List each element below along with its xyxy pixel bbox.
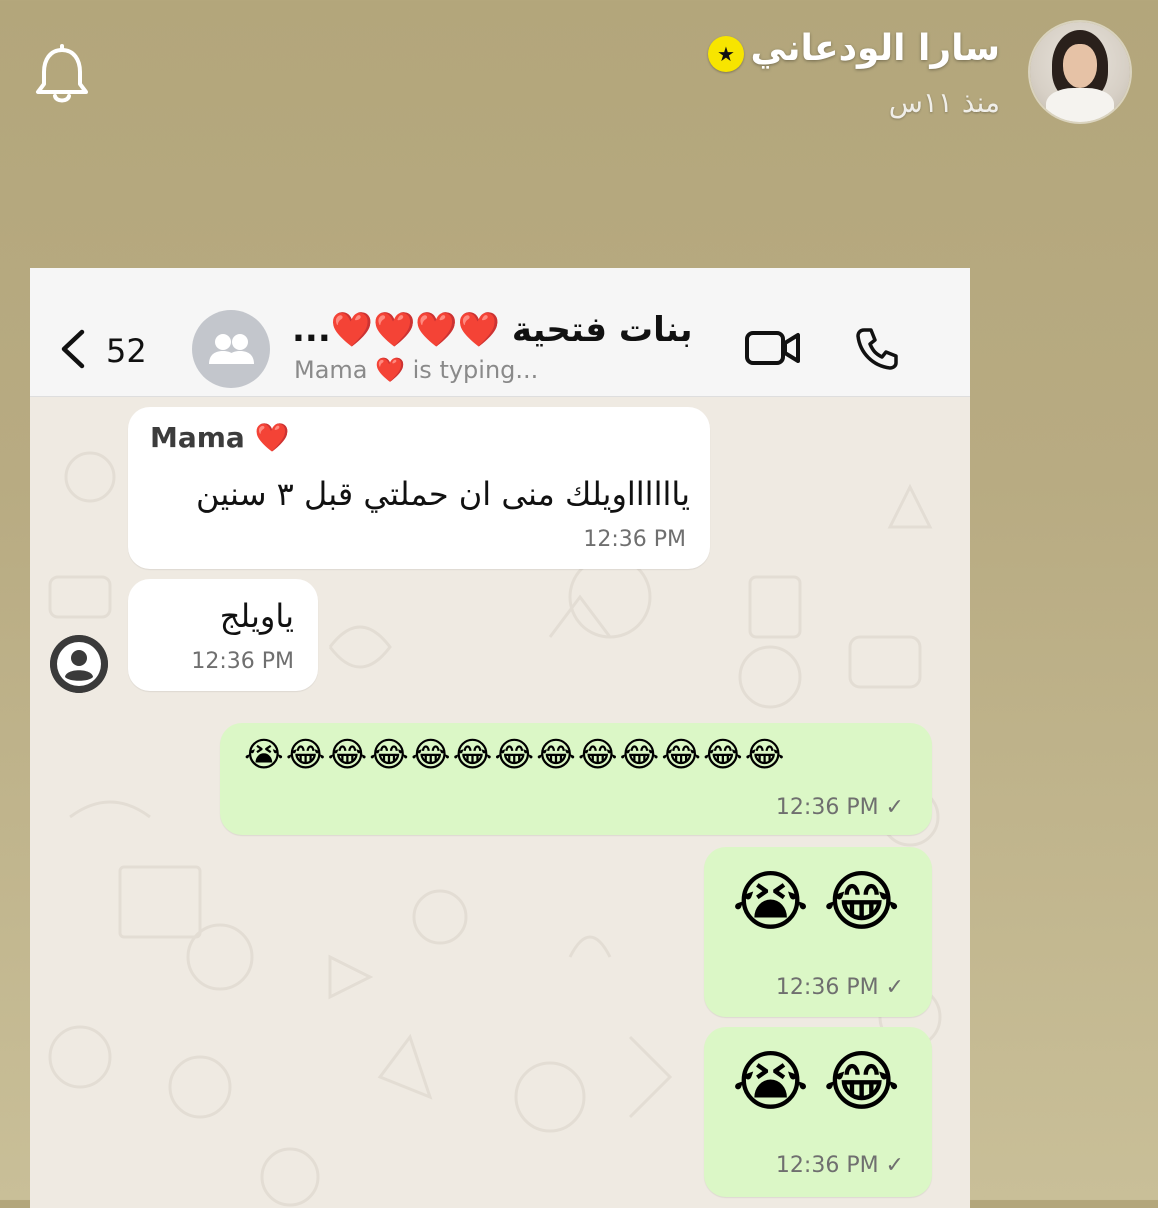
chat-screenshot: 52 بنات فتحية ❤️❤️❤️❤️... Mama ❤️ is typ… <box>30 268 970 1208</box>
person-icon[interactable] <box>50 635 108 693</box>
chat-header: 52 بنات فتحية ❤️❤️❤️❤️... Mama ❤️ is typ… <box>30 268 970 397</box>
star-badge-icon: ★ <box>708 36 744 72</box>
story-time-ago: منذ ١١س <box>888 86 1000 119</box>
message-time: 12:36 PM ✓ <box>775 1153 904 1178</box>
message-text: ياويلج <box>219 597 294 635</box>
message-text: 😭😂 <box>732 863 915 940</box>
group-name[interactable]: بنات فتحية ❤️❤️❤️❤️... <box>292 310 692 350</box>
message-text: يااااااويلك منى ان حملتي قبل ٣ سنين <box>196 475 690 513</box>
message-time: 12:36 PM <box>583 527 686 552</box>
message-time: 12:36 PM <box>191 649 294 674</box>
phone-icon[interactable] <box>854 326 900 372</box>
chevron-left-icon[interactable] <box>58 328 88 370</box>
message-bubble[interactable]: 😭😂 12:36 PM ✓ <box>704 847 932 1017</box>
chat-area[interactable]: Mama ❤️ يااااااويلك منى ان حملتي قبل ٣ س… <box>30 397 970 1208</box>
sender-name[interactable]: Mama ❤️ <box>150 421 289 454</box>
unread-count[interactable]: 52 <box>106 332 147 370</box>
story-username[interactable]: سارا الودعاني <box>751 28 1000 69</box>
message-text: 😭😂 <box>732 1043 915 1120</box>
message-bubble[interactable]: ياويلج 12:36 PM <box>128 579 318 691</box>
message-time: 12:36 PM ✓ <box>775 975 904 1000</box>
bell-icon[interactable] <box>32 44 92 108</box>
story-header: سارا الودعاني ★ منذ ١١س <box>0 0 1158 140</box>
message-bubble[interactable]: 😭😂 12:36 PM ✓ <box>704 1027 932 1197</box>
video-camera-icon[interactable] <box>744 328 802 368</box>
message-time: 12:36 PM ✓ <box>775 795 904 820</box>
message-bubble[interactable]: Mama ❤️ يااااااويلك منى ان حملتي قبل ٣ س… <box>128 407 710 569</box>
message-bubble[interactable]: 😭😂😂😂😂😂😂😂😂😂😂😂😂 12:36 PM ✓ <box>220 723 932 835</box>
message-text: 😭😂😂😂😂😂😂😂😂😂😂😂😂 <box>244 735 787 775</box>
story-avatar[interactable] <box>1030 22 1130 122</box>
group-icon[interactable] <box>192 310 270 388</box>
typing-status: Mama ❤️ is typing... <box>294 356 539 384</box>
